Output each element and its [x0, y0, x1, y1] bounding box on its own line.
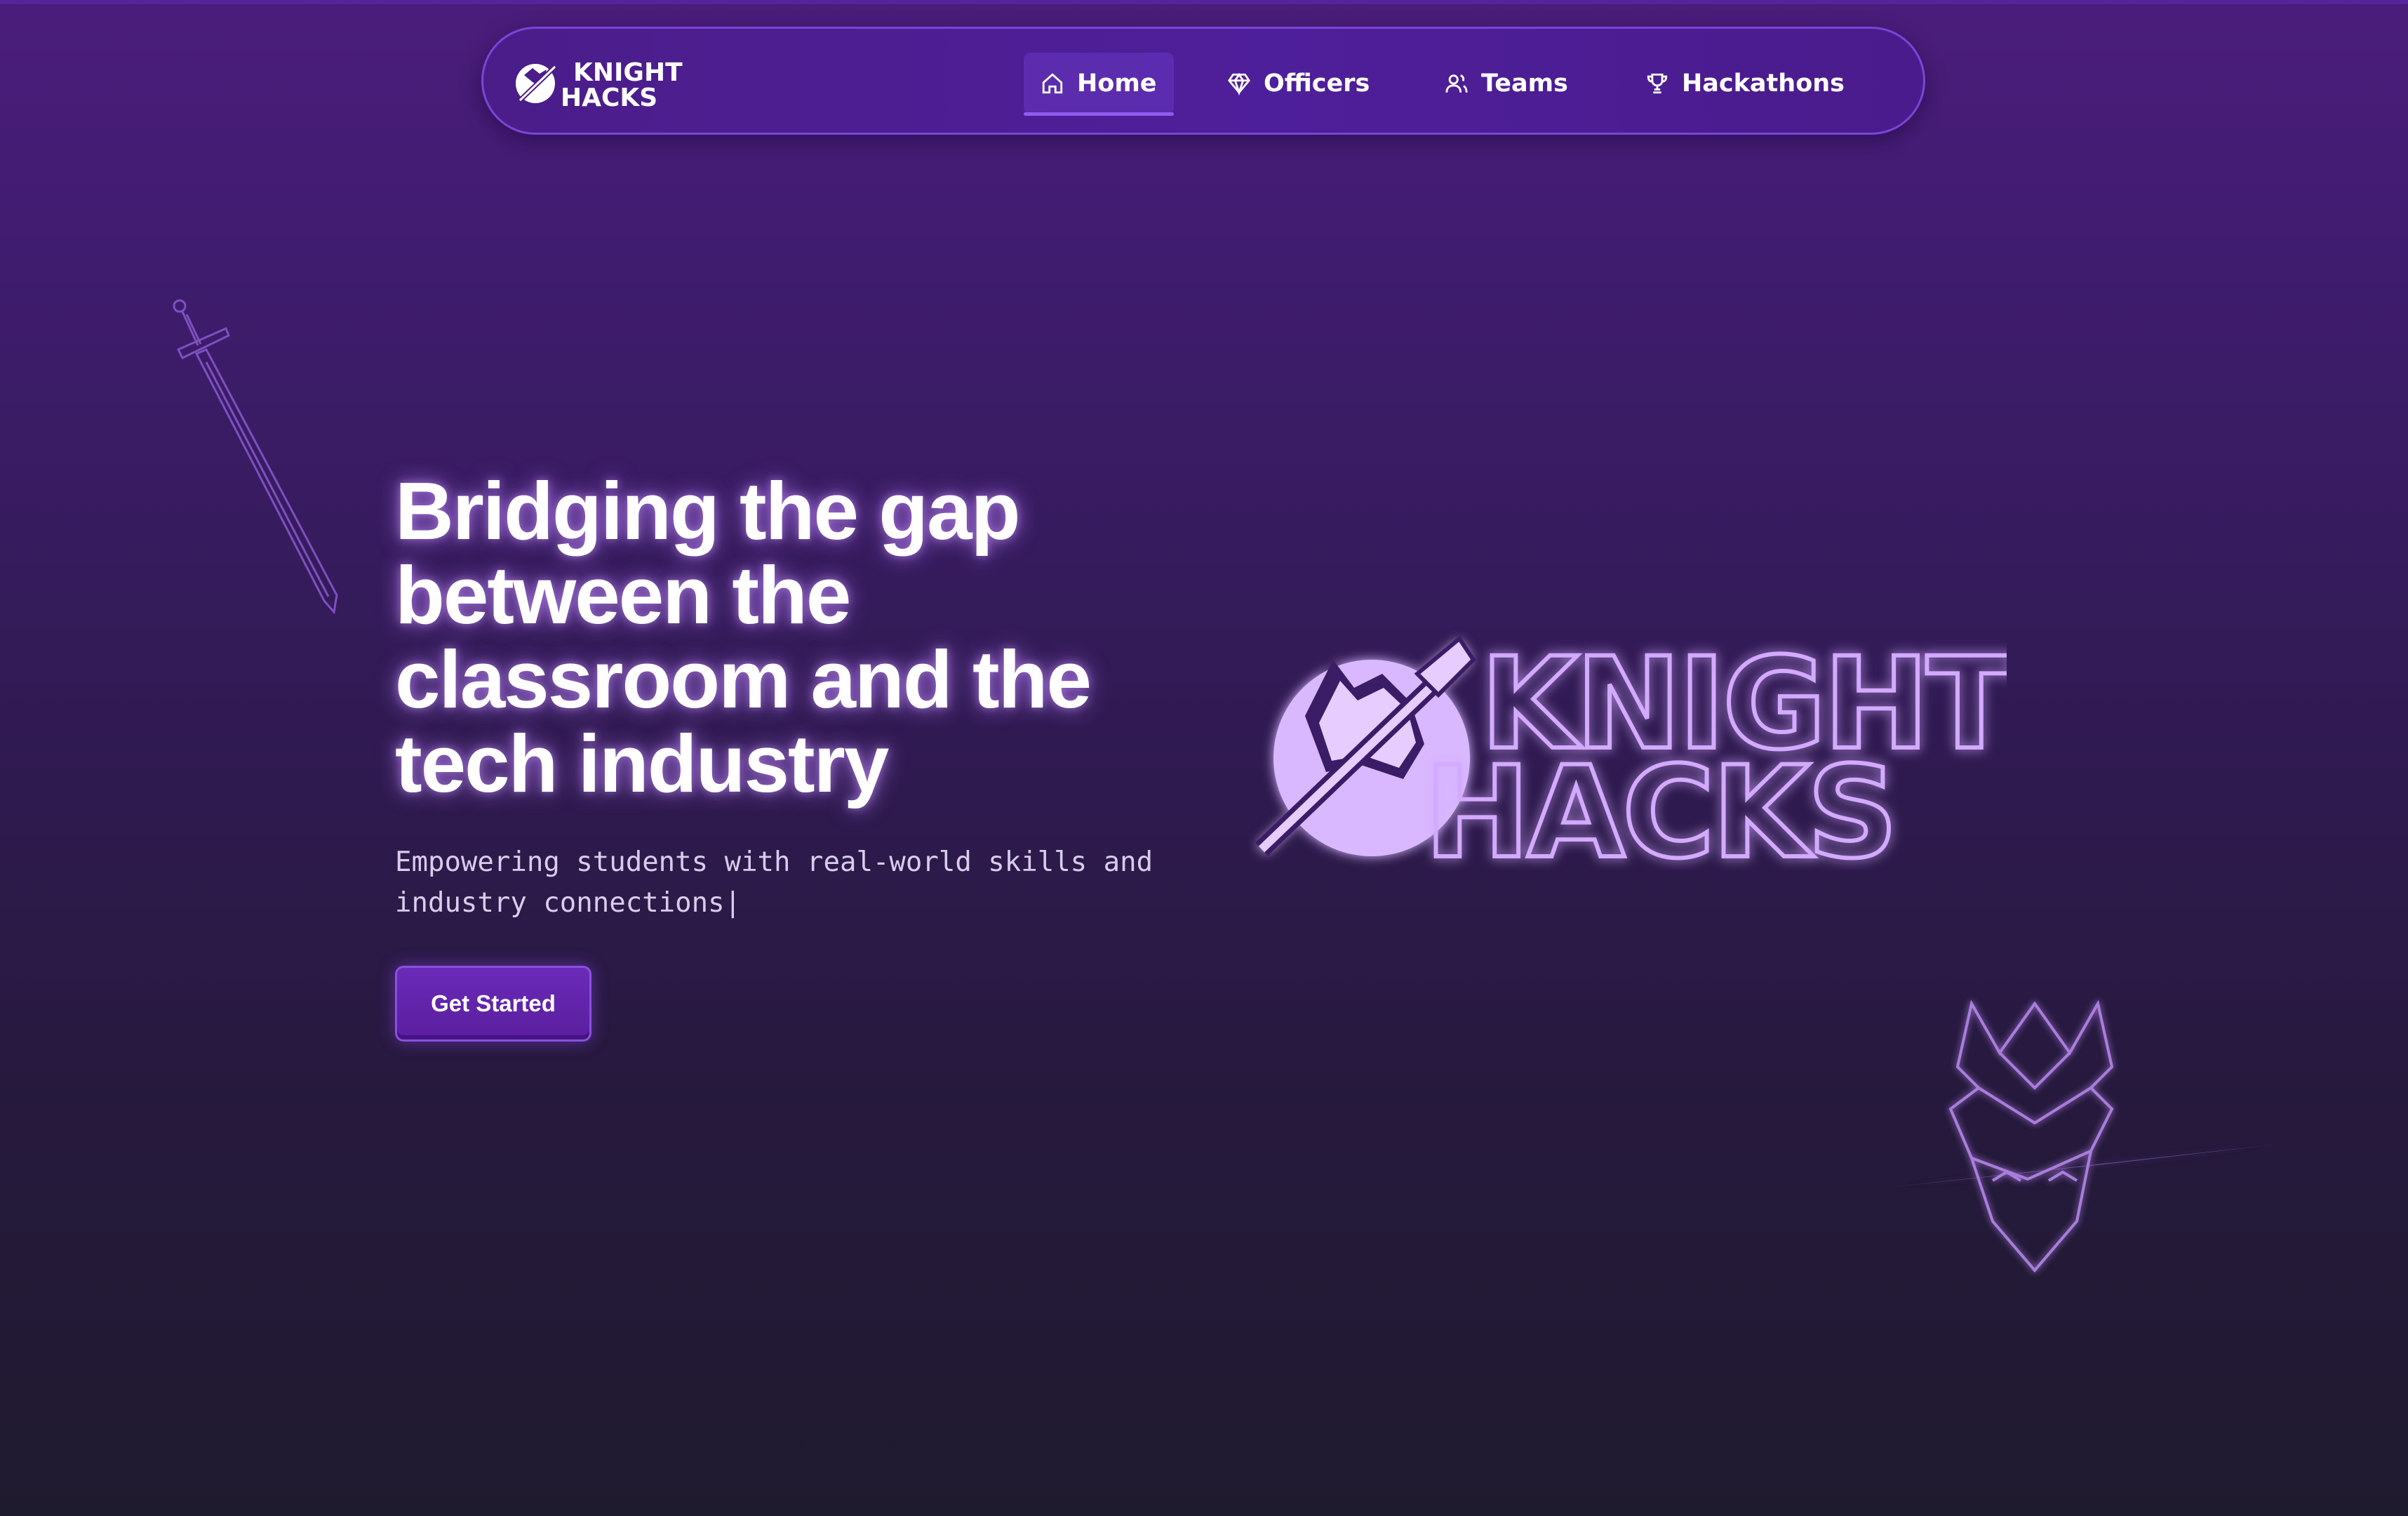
typing-cursor: |	[724, 887, 742, 919]
nav-item-officers[interactable]: Officers	[1227, 53, 1370, 114]
nav-item-teams[interactable]: Teams	[1445, 53, 1568, 114]
top-accent-line	[0, 0, 2408, 4]
nav-item-hackathons[interactable]: Hackathons	[1645, 53, 1845, 114]
knight-helmet-decoration-icon	[1887, 999, 2280, 1273]
users-icon	[1445, 74, 1468, 93]
gem-icon	[1228, 72, 1250, 95]
hero-logo-line2: HACKS	[1424, 740, 1895, 870]
nav-item-label: Hackathons	[1682, 69, 1845, 98]
hero-logo: KNIGHT HACKS	[1255, 629, 2007, 870]
nav-item-label: Officers	[1264, 69, 1370, 98]
hero-subtitle: Empowering students with real-world skil…	[395, 842, 1237, 924]
hero-heading: Bridging the gap between the classroom a…	[395, 465, 1092, 809]
sword-decoration-icon	[173, 299, 338, 615]
hero-subtitle-text: Empowering students with real-world skil…	[395, 846, 1153, 919]
nav-item-home[interactable]: Home	[1024, 53, 1174, 116]
home-icon	[1042, 73, 1063, 94]
nav-item-label: Home	[1077, 69, 1157, 98]
knight-hacks-logo-icon: KNIGHT HACKS	[516, 58, 683, 112]
nav-logo-line2: HACKS	[561, 84, 657, 110]
nav-logo-line1: KNIGHT	[573, 58, 683, 87]
trophy-icon	[1647, 73, 1668, 94]
top-navigation: KNIGHT HACKS Home Officers Teams Hackath…	[481, 27, 1925, 135]
nav-item-label: Teams	[1481, 69, 1568, 98]
nav-logo[interactable]: KNIGHT HACKS	[511, 54, 694, 112]
get-started-button[interactable]: Get Started	[395, 966, 591, 1042]
